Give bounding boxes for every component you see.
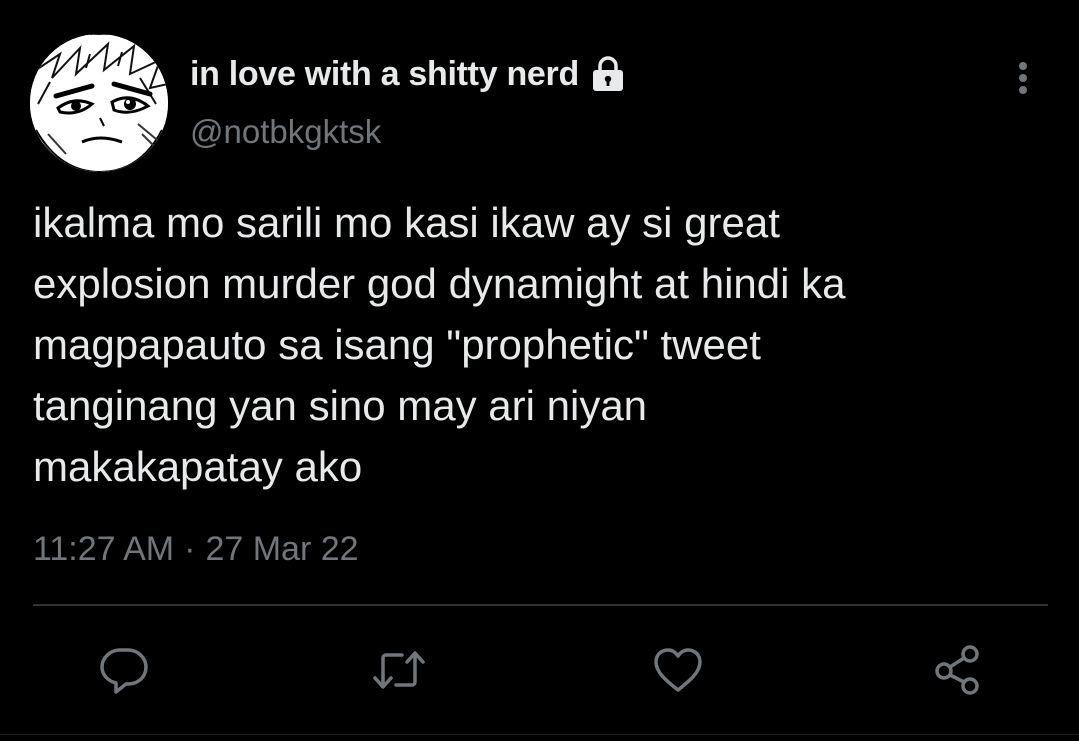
- retweet-icon: [373, 651, 425, 689]
- more-vertical-icon: [1019, 62, 1027, 94]
- tweet-text: ikalma mo sarili mo kasi ikaw ay si grea…: [33, 199, 846, 490]
- action-bar: [0, 640, 1079, 700]
- author-name-row: in love with a shitty nerd: [190, 52, 627, 96]
- heart-icon: [654, 648, 702, 692]
- avatar[interactable]: [30, 34, 168, 172]
- more-options-button[interactable]: [1004, 58, 1042, 98]
- tweet-date: 27 Mar 22: [205, 530, 359, 568]
- retweet-button[interactable]: [369, 640, 429, 700]
- like-button[interactable]: [648, 640, 708, 700]
- share-button[interactable]: [928, 640, 988, 700]
- author-handle[interactable]: @notbkgktsk: [190, 113, 381, 151]
- author-display-name[interactable]: in love with a shitty nerd: [190, 55, 579, 94]
- reply-button[interactable]: [94, 640, 154, 700]
- tweet-timestamp[interactable]: 11:27 AM · 27 Mar 22: [33, 530, 359, 569]
- reply-icon: [100, 648, 148, 694]
- meta-separator: ·: [184, 530, 196, 568]
- bottom-divider: [0, 734, 1079, 735]
- divider: [33, 604, 1048, 606]
- tweet-time: 11:27 AM: [33, 530, 175, 568]
- share-icon: [935, 645, 979, 695]
- lock-icon: [589, 54, 627, 94]
- anime-avatar-image: [30, 34, 168, 172]
